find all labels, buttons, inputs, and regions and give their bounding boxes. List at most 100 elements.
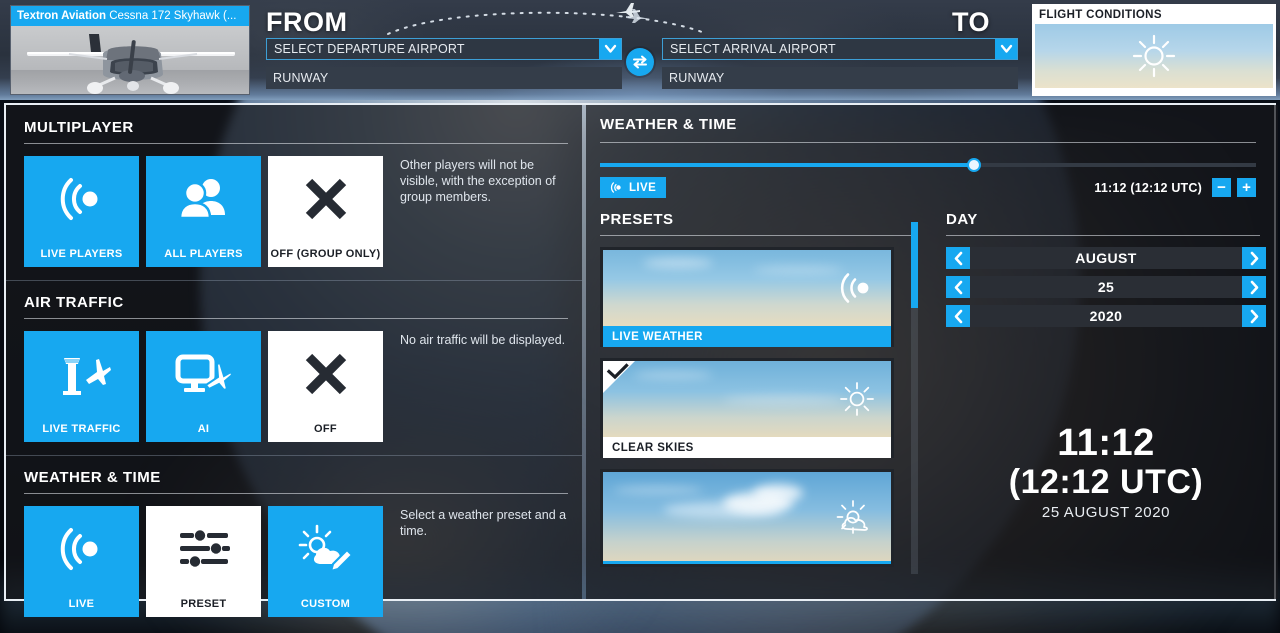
option-label: CUSTOM	[300, 598, 351, 610]
aircraft-brand: Textron Aviation	[17, 10, 107, 22]
air-traffic-option-live-traffic[interactable]: LIVE TRAFFIC	[24, 331, 139, 442]
day-row-month: AUGUST	[946, 247, 1266, 269]
month-next-button[interactable]	[1242, 247, 1266, 269]
control-tower-plane-icon	[24, 331, 139, 416]
preset-bottom-accent	[603, 561, 891, 564]
aircraft-thumbnail	[11, 26, 249, 94]
presets-list[interactable]: LIVE WEATHER CLEAR SKIES	[600, 247, 920, 599]
sun-cloud-pencil-icon	[268, 506, 383, 591]
departure-airport-select[interactable]: SELECT DEPARTURE AIRPORT	[266, 38, 622, 60]
option-label: AI	[197, 423, 210, 435]
multiplayer-options-row: LIVE PLAYERS ALL PLAYERS OFF (GROUP ONLY…	[6, 144, 582, 267]
check-icon	[606, 363, 629, 380]
year-next-button[interactable]	[1242, 305, 1266, 327]
arrival-runway-value: RUNWAY	[669, 71, 725, 85]
clock-date: 25 AUGUST 2020	[1041, 504, 1171, 521]
time-decrease-button[interactable]: −	[1212, 178, 1231, 197]
main-content-frame: MULTIPLAYER LIVE PLAYERS ALL PLAYERS OFF…	[4, 103, 1278, 617]
multiplayer-section: MULTIPLAYER LIVE PLAYERS ALL PLAYERS OFF…	[6, 105, 582, 281]
time-slider-track[interactable]	[600, 158, 1256, 172]
left-options-panel: MULTIPLAYER LIVE PLAYERS ALL PLAYERS OFF…	[6, 105, 582, 617]
preset-label: CLEAR SKIES	[603, 437, 891, 458]
air-traffic-option-ai[interactable]: AI	[146, 331, 261, 442]
weather-option-custom[interactable]: CUSTOM	[268, 506, 383, 617]
day-row-year: 2020	[946, 305, 1266, 327]
time-increase-button[interactable]: +	[1237, 178, 1256, 197]
preset-thumbnail	[603, 361, 891, 437]
date-next-button[interactable]	[1242, 276, 1266, 298]
clock-display: 11:12 (12:12 UTC) 25 AUGUST 2020	[934, 423, 1278, 521]
sun-cloud-icon	[836, 500, 868, 534]
flight-simulator-world-map-screen: Textron Aviation Cessna 172 Skyhawk (...	[0, 0, 1280, 633]
right-weather-panel: WEATHER & TIME LIVE 11:12 (12:12 UTC) − …	[586, 105, 1278, 599]
chevron-down-icon[interactable]	[995, 39, 1017, 59]
presets-and-day-columns: PRESETS LIVE WEATHER CLEAR SKIES DAY AUG…	[586, 198, 1278, 599]
air-traffic-options-row: LIVE TRAFFIC AI OFF No air traffic will …	[6, 319, 582, 442]
sliders-icon	[146, 506, 261, 591]
swap-horizontal-icon	[633, 55, 647, 69]
presets-scrollbar[interactable]	[911, 222, 918, 574]
weather-option-preset[interactable]: PRESET	[146, 506, 261, 617]
live-broadcast-icon	[610, 182, 621, 193]
top-header-bar: Textron Aviation Cessna 172 Skyhawk (...	[0, 0, 1280, 100]
month-value: AUGUST	[1075, 250, 1137, 266]
flight-conditions-card[interactable]: FLIGHT CONDITIONS	[1032, 4, 1276, 96]
option-label: OFF	[314, 423, 337, 435]
multiplayer-title: MULTIPLAYER	[24, 119, 134, 136]
route-dotted-line	[387, 11, 703, 35]
swap-departure-arrival-button[interactable]	[626, 48, 654, 76]
multiplayer-option-all-players[interactable]: ALL PLAYERS	[146, 156, 261, 267]
air-traffic-section: AIR TRAFFIC LIVE TRAFFIC AI OFF No air t…	[6, 281, 582, 456]
multiplayer-option-off-group-only[interactable]: OFF (GROUP ONLY)	[268, 156, 383, 267]
live-broadcast-icon	[24, 506, 139, 591]
day-column: DAY AUGUST 25 2020 11:12 (12:12 UTC) 25 …	[934, 211, 1278, 599]
sun-icon	[840, 382, 874, 416]
arrival-field-group: SELECT ARRIVAL AIRPORT RUNWAY	[662, 38, 1018, 89]
multiplayer-option-live-players[interactable]: LIVE PLAYERS	[24, 156, 139, 267]
departure-runway-field[interactable]: RUNWAY	[266, 67, 622, 89]
departure-airport-value: SELECT DEPARTURE AIRPORT	[274, 42, 465, 56]
time-slider-knob[interactable]	[966, 158, 981, 172]
arrival-airport-value: SELECT ARRIVAL AIRPORT	[670, 42, 836, 56]
chevron-right-icon	[1250, 251, 1258, 265]
divider	[600, 235, 918, 236]
air-traffic-option-off[interactable]: OFF	[268, 331, 383, 442]
time-readout: 11:12 (12:12 UTC)	[1094, 180, 1202, 195]
date-prev-button[interactable]	[946, 276, 970, 298]
year-value: 2020	[1089, 308, 1123, 324]
preset-card-clear-skies[interactable]: CLEAR SKIES	[600, 358, 894, 458]
arrival-runway-field[interactable]: RUNWAY	[662, 67, 1018, 89]
year-prev-button[interactable]	[946, 305, 970, 327]
close-x-icon	[268, 331, 383, 416]
from-label: FROM	[266, 7, 348, 37]
time-slider[interactable]	[586, 143, 1278, 172]
preset-thumbnail	[603, 472, 891, 564]
chevron-down-icon[interactable]	[599, 39, 621, 59]
time-slider-fill	[600, 163, 974, 167]
two-people-icon	[146, 156, 261, 241]
live-broadcast-icon	[24, 156, 139, 241]
live-broadcast-icon	[840, 273, 869, 303]
presets-scrollbar-thumb[interactable]	[911, 222, 918, 308]
selected-aircraft-card[interactable]: Textron Aviation Cessna 172 Skyhawk (...	[10, 5, 250, 95]
live-weather-toggle[interactable]: LIVE	[600, 177, 667, 198]
departure-runway-value: RUNWAY	[273, 71, 329, 85]
clock-utc-time: (12:12 UTC)	[1008, 463, 1204, 501]
day-row-date: 25	[946, 276, 1266, 298]
multiplayer-description: Other players will not be visible, with …	[400, 158, 556, 204]
preset-card-few-clouds[interactable]	[600, 469, 894, 567]
month-prev-button[interactable]	[946, 247, 970, 269]
aircraft-title-bar: Textron Aviation Cessna 172 Skyhawk (...	[11, 6, 249, 26]
monitor-plane-icon	[146, 331, 261, 416]
weather-time-title-right: WEATHER & TIME	[600, 116, 737, 133]
presets-title: PRESETS	[600, 211, 674, 228]
air-traffic-title: AIR TRAFFIC	[24, 294, 124, 311]
arrival-airport-select[interactable]: SELECT ARRIVAL AIRPORT	[662, 38, 1018, 60]
chevron-right-icon	[1250, 309, 1258, 323]
preset-card-live-weather[interactable]: LIVE WEATHER	[600, 247, 894, 347]
option-label: PRESET	[180, 598, 227, 610]
presets-column: PRESETS LIVE WEATHER CLEAR SKIES	[586, 211, 934, 599]
flight-conditions-title: FLIGHT CONDITIONS	[1039, 9, 1162, 21]
sun-icon	[1132, 34, 1176, 78]
weather-option-live[interactable]: LIVE	[24, 506, 139, 617]
